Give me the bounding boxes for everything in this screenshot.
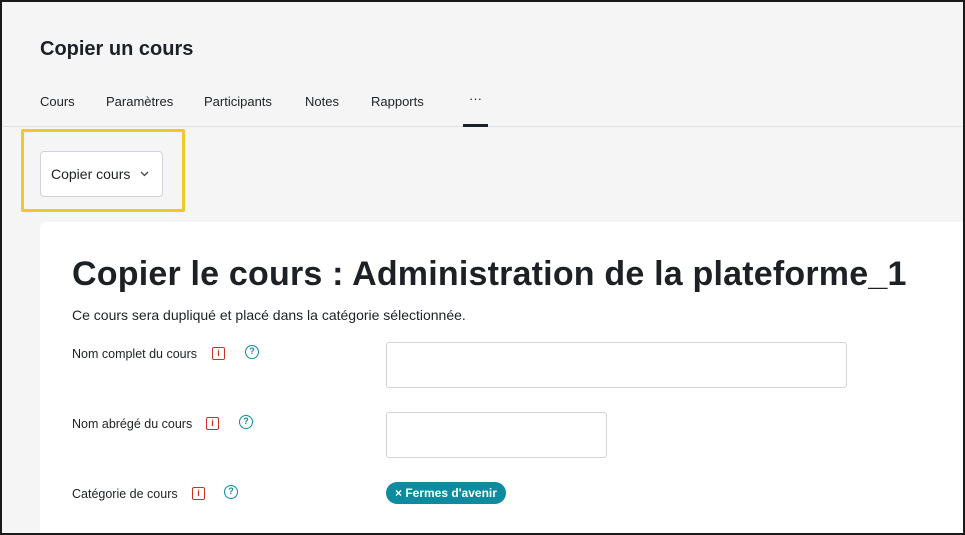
category-label: Catégorie de cours (72, 487, 178, 501)
help-icon[interactable]: ? (224, 485, 238, 499)
course-description: Ce cours sera dupliqué et placé dans la … (72, 307, 466, 323)
tab-parametres[interactable]: Paramètres (106, 94, 173, 109)
shortname-input[interactable] (386, 412, 607, 458)
required-icon: i (206, 417, 219, 430)
fullname-label: Nom complet du cours (72, 347, 198, 361)
tab-notes[interactable]: Notes (305, 94, 339, 109)
help-icon[interactable]: ? (245, 345, 259, 359)
secondary-navigation: Cours Paramètres Participants Notes Rapp… (0, 84, 965, 127)
required-icon: i (212, 347, 225, 360)
tab-participants[interactable]: Participants (204, 94, 272, 109)
copy-course-select-label: Copier cours (51, 166, 131, 182)
shortname-label: Nom abrégé du cours (72, 417, 193, 431)
required-icon: i (192, 487, 205, 500)
course-heading: Copier le cours : Administration de la p… (72, 255, 907, 293)
category-tag[interactable]: × Fermes d'avenir (386, 482, 506, 504)
tab-more-menu[interactable]: ··· (463, 84, 488, 127)
fullname-input[interactable] (386, 342, 847, 388)
page-title: Copier un cours (40, 38, 194, 60)
chevron-down-icon (140, 169, 149, 180)
copy-course-select[interactable]: Copier cours (40, 151, 163, 197)
tab-cours[interactable]: Cours (40, 94, 75, 109)
help-icon[interactable]: ? (239, 415, 253, 429)
tab-rapports[interactable]: Rapports (371, 94, 424, 109)
